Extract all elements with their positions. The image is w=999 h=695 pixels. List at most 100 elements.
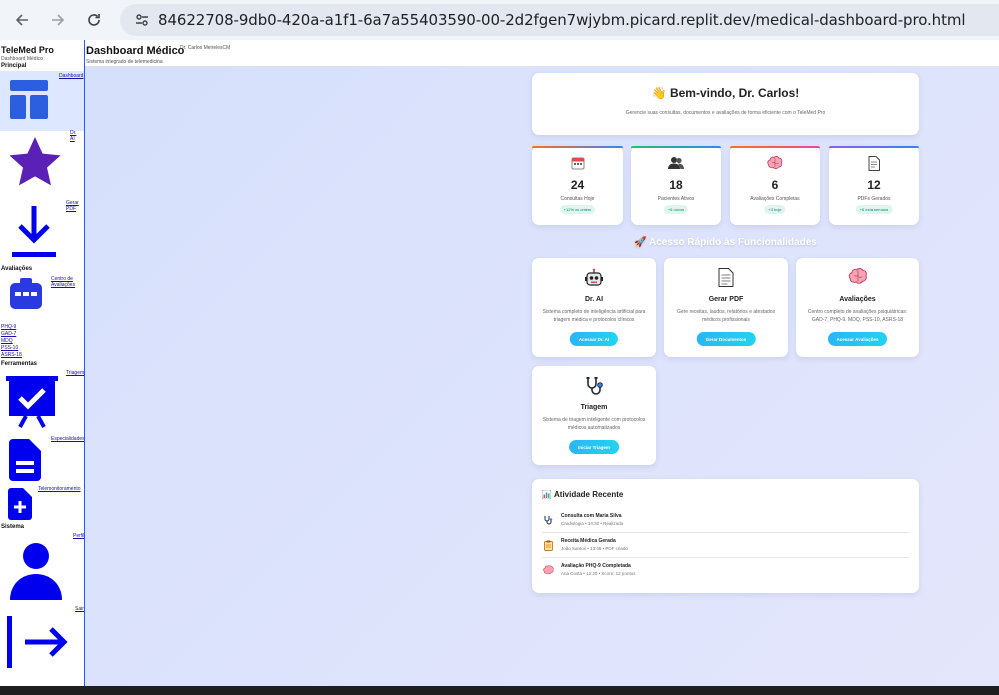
sidebar-item-gerar-pdf[interactable]: Gerar PDF xyxy=(66,200,79,212)
section-avaliacoes: Avaliações xyxy=(1,266,33,272)
stat-card: 24 Consultas Hoje +12% vs ontem xyxy=(532,146,623,225)
stat-value: 12 xyxy=(867,178,881,192)
brand-title: TeleMed Pro xyxy=(1,45,54,55)
sidebar-item-triagem[interactable]: Triagem xyxy=(66,370,84,376)
address-bar[interactable]: 84622708-9db0-420a-a1f1-6a7a55403590-00-… xyxy=(120,4,999,36)
section-sistema: Sistema xyxy=(1,524,25,530)
stat-value: 18 xyxy=(669,178,683,192)
sidebar-item-phq9[interactable]: PHQ-9 xyxy=(1,324,16,330)
stat-change-badge: +5 novos xyxy=(663,205,689,214)
sidebar-item-dashboard[interactable]: Dashboard xyxy=(59,73,83,79)
calendar-icon xyxy=(571,157,584,170)
user-icon xyxy=(10,543,62,600)
stat-change-badge: +8 esta semana xyxy=(855,205,893,214)
sidebar-item-gad7[interactable]: GAD-7 xyxy=(1,331,16,337)
sidebar-item-drai[interactable]: Dr. AI xyxy=(70,130,76,142)
welcome-title: 👋 Bem-vindo, Dr. Carlos! xyxy=(651,86,800,100)
sidebar-item-mdq[interactable]: MDQ xyxy=(1,338,13,344)
sidebar-item-perfil[interactable]: Perfil xyxy=(73,533,84,539)
access-evaluations-button[interactable]: Acessar Avaliações xyxy=(827,332,888,346)
stat-accent-bar xyxy=(730,146,820,148)
reload-button[interactable] xyxy=(76,2,112,38)
activity-item-meta: Ana Costa • 12:20 • Score: 12 pontos xyxy=(561,571,636,576)
document-icon xyxy=(718,268,734,287)
star-icon xyxy=(9,137,61,186)
presentation-check-icon xyxy=(6,376,58,428)
site-settings-icon[interactable] xyxy=(126,4,158,36)
section-principal: Principal xyxy=(1,63,27,69)
stat-value: 24 xyxy=(570,178,585,192)
stat-label: Consultas Hoje xyxy=(560,196,595,202)
page: TeleMed Pro Dashboard Médico Principal D… xyxy=(0,40,999,686)
stat-accent-bar xyxy=(631,146,721,148)
centro-label-2: Avaliações xyxy=(51,282,76,288)
clipboard-icon xyxy=(543,540,553,551)
stethoscope-icon xyxy=(586,377,603,395)
brand-subtitle: Dashboard Médico xyxy=(1,56,43,62)
os-taskbar xyxy=(0,686,999,695)
brain-icon xyxy=(542,565,554,575)
feature-title: Gerar PDF xyxy=(708,296,744,303)
arrow-left-icon xyxy=(15,14,28,26)
feature-card-drai[interactable]: Dr. AI Sistema completo de inteligência … xyxy=(532,258,656,357)
clipboard-icon xyxy=(10,278,42,309)
stethoscope-icon xyxy=(544,516,553,525)
bar-chart-icon xyxy=(542,490,551,499)
feature-title: Avaliações xyxy=(839,296,876,303)
page-subtitle: Sistema integrado de telemedicina xyxy=(86,59,163,65)
sidebar-item-sair[interactable]: Sair xyxy=(75,606,84,612)
sidebar-item-asrs18[interactable]: ASRS-18 xyxy=(1,352,22,358)
activity-item-meta: Cardiologia • 14:30 • Realizada xyxy=(561,521,624,526)
feature-description: Sistema de triagem inteligente com proto… xyxy=(542,417,646,431)
quick-access-title: 🚀 Acesso Rápido às Funcionalidades xyxy=(634,237,817,248)
recent-activity-card: Atividade Recente Consulta com Maria Sil… xyxy=(532,479,919,593)
back-button[interactable] xyxy=(4,2,40,38)
sidebar-item-telemonitoramento[interactable]: Telemonitoramento xyxy=(38,486,81,492)
feature-card-gerar-pdf[interactable]: Gerar PDF Gere receitas, laudos, relatór… xyxy=(664,258,788,357)
page-title: Dashboard Médico xyxy=(86,45,185,57)
divider xyxy=(542,557,909,558)
access-drai-button[interactable]: Acessar Dr. AI xyxy=(569,332,619,346)
forward-button[interactable] xyxy=(40,2,76,38)
stat-label: Pacientes Ativos xyxy=(657,196,695,202)
activity-title: Atividade Recente xyxy=(554,490,624,499)
document-icon xyxy=(868,156,880,171)
download-icon xyxy=(12,206,56,257)
sidebar-item-centro-avaliacoes[interactable]: Centro de Avaliações xyxy=(51,276,75,288)
brain-icon xyxy=(767,156,783,169)
sidebar-item-pss10[interactable]: PSS-10 xyxy=(1,345,18,351)
users-icon xyxy=(668,157,684,169)
drai-label-2: AI xyxy=(70,136,75,142)
start-triage-button[interactable]: Iniciar Triagem xyxy=(569,440,619,454)
feature-description: Sistema completo de inteligência artific… xyxy=(542,309,646,323)
activity-item-title: Receita Médica Gerada xyxy=(561,538,616,544)
user-name[interactable]: Dr. Carlos MeirelesCM xyxy=(180,45,230,51)
dashboard-icon xyxy=(10,80,48,119)
reload-icon xyxy=(88,14,100,26)
section-ferramentas: Ferramentas xyxy=(1,361,38,367)
arrow-right-icon xyxy=(52,14,65,26)
stat-accent-bar xyxy=(532,146,623,148)
sidebar: TeleMed Pro Dashboard Médico Principal D… xyxy=(0,40,85,686)
divider xyxy=(542,532,909,533)
welcome-card: 👋 Bem-vindo, Dr. Carlos! Gerencie suas c… xyxy=(532,73,919,135)
activity-item-title: Consulta com Maria Silva xyxy=(561,513,622,519)
url-text: 84622708-9db0-420a-a1f1-6a7a55403590-00-… xyxy=(158,11,966,29)
activity-item[interactable]: Avaliação PHQ-9 Completada Ana Costa • 1… xyxy=(542,561,909,585)
gerar-label-2: PDF xyxy=(66,206,76,212)
main-content: 👋 Bem-vindo, Dr. Carlos! Gerencie suas c… xyxy=(85,66,999,686)
robot-icon xyxy=(585,268,603,286)
feature-card-avaliacoes[interactable]: Avaliações Centro completo de avaliações… xyxy=(796,258,919,357)
browser-toolbar: 84622708-9db0-420a-a1f1-6a7a55403590-00-… xyxy=(0,0,999,40)
generate-documents-button[interactable]: Gerar Documentos xyxy=(696,332,756,346)
stat-label: Avaliações Completas xyxy=(750,196,800,202)
logout-icon xyxy=(7,616,68,668)
brain-icon xyxy=(848,268,867,284)
stat-label: PDFs Gerados xyxy=(857,196,891,202)
stat-change-badge: +3 hoje xyxy=(764,205,786,214)
sidebar-item-especialidades[interactable]: Especialidades xyxy=(51,436,84,442)
feature-title: Triagem xyxy=(580,404,608,411)
welcome-subtitle: Gerencie suas consultas, documentos e av… xyxy=(625,110,826,116)
stat-change-badge: +12% vs ontem xyxy=(559,205,596,214)
feature-card-triagem[interactable]: Triagem Sistema de triagem inteligente c… xyxy=(532,366,656,465)
